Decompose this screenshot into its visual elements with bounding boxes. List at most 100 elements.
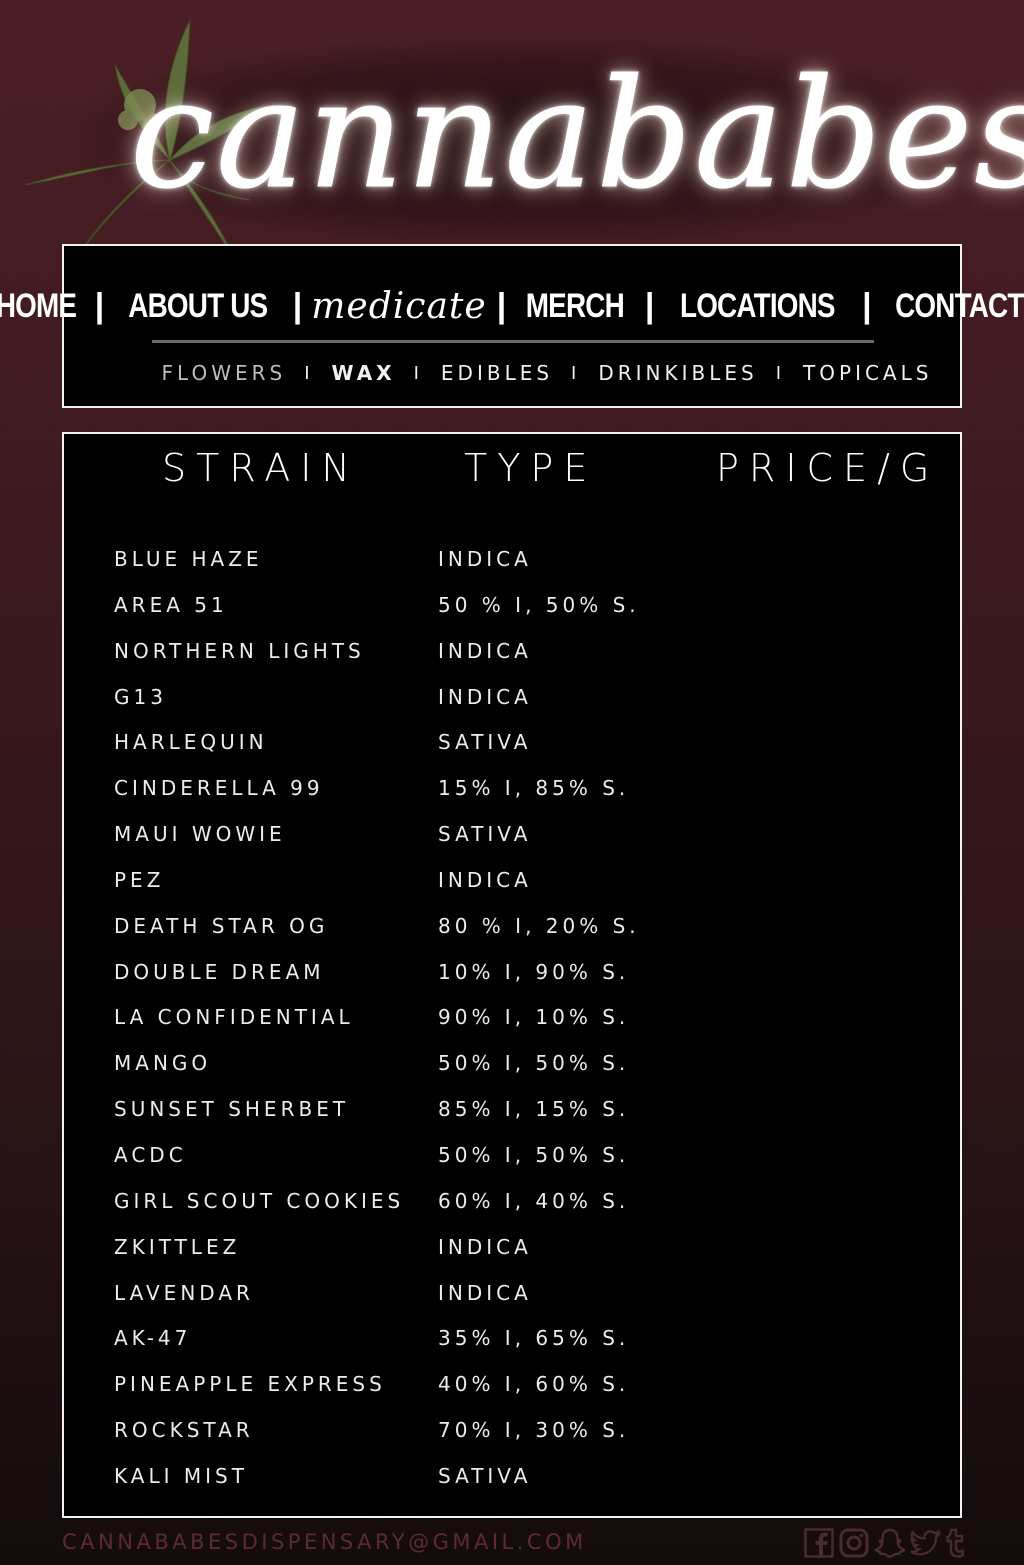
strain-type: 80 % I, 20% S. — [438, 913, 640, 938]
column-header-type: TYPE — [464, 446, 598, 490]
subnav-item-wax[interactable]: WAX — [332, 361, 396, 385]
strain-name: SUNSET SHERBET — [114, 1097, 350, 1122]
strain-name: LA CONFIDENTIAL — [114, 1005, 354, 1030]
subnav-separator: I — [571, 362, 581, 384]
strain-name: NORTHERN LIGHTS — [114, 638, 365, 663]
strain-name: BLUE HAZE — [114, 547, 263, 571]
table-row: G13 INDICA — [64, 674, 960, 720]
strain-type: INDICA — [438, 684, 532, 709]
subnav-separator: I — [775, 362, 786, 384]
strain-name: CINDERELLA 99 — [114, 776, 324, 801]
strain-name: DEATH STAR OG — [114, 913, 329, 938]
table-row: MAUI WOWIE SATIVA — [64, 811, 960, 857]
table-row: KALI MIST SATIVA — [64, 1453, 960, 1499]
strain-type: 85% I, 15% S. — [438, 1097, 630, 1122]
strain-name: HARLEQUIN — [114, 730, 268, 755]
strain-type: INDICA — [438, 638, 532, 663]
strain-name: ACDC — [114, 1142, 187, 1167]
strain-name: AK-47 — [114, 1326, 192, 1351]
strain-type: 50% I, 50% S. — [438, 1051, 630, 1076]
column-header-strain: STRAIN — [162, 446, 360, 490]
column-header-price: PRICE/G — [716, 446, 940, 490]
instagram-icon[interactable] — [839, 1528, 869, 1558]
strain-name: GIRL SCOUT COOKIES — [114, 1188, 405, 1213]
strain-type: 90% I, 10% S. — [438, 1005, 630, 1030]
snapchat-icon[interactable] — [874, 1528, 906, 1558]
nav-item-about-us[interactable]: ABOUT US — [128, 287, 268, 326]
table-row: NORTHERN LIGHTS INDICA — [64, 628, 960, 674]
strain-type: 70% I, 30% S. — [438, 1418, 630, 1443]
subnav-item-topicals[interactable]: TOPICALS — [803, 361, 932, 385]
subnav-separator: I — [413, 362, 423, 384]
strain-type: INDICA — [438, 1234, 532, 1259]
strain-name: DOUBLE DREAM — [114, 959, 325, 984]
table-row: CINDERELLA 99 15% I, 85% S. — [64, 765, 960, 811]
nav-item-home[interactable]: HOME — [0, 287, 77, 326]
nav-separator: | — [496, 286, 506, 325]
table-row: LAVENDAR INDICA — [64, 1270, 960, 1316]
strain-name: G13 — [114, 684, 167, 709]
strain-type: INDICA — [438, 867, 532, 892]
strain-type: INDICA — [438, 547, 532, 571]
primary-nav: HOME | ABOUT US | medicate | MERCH | LOC… — [0, 276, 1024, 336]
strain-name: LAVENDAR — [114, 1280, 254, 1305]
strain-type: SATIVA — [438, 1463, 532, 1488]
strain-name: MAUI WOWIE — [114, 822, 286, 847]
strain-name: AREA 51 — [114, 592, 228, 617]
table-row: GIRL SCOUT COOKIES 60% I, 40% S. — [64, 1178, 960, 1224]
nav-separator: | — [644, 286, 654, 325]
table-row: DOUBLE DREAM 10% I, 90% S. — [64, 949, 960, 995]
table-row: BLUE HAZE INDICA — [64, 536, 960, 582]
strain-menu-table: STRAIN TYPE PRICE/G BLUE HAZE INDICA AREA … — [62, 432, 962, 1518]
subnav-item-flowers[interactable]: FLOWERS — [162, 361, 287, 385]
strain-name: PINEAPPLE EXPRESS — [114, 1372, 386, 1397]
table-row: AREA 51 50 % I, 50% S. — [64, 582, 960, 628]
strain-type: SATIVA — [438, 822, 532, 847]
strain-name: KALI MIST — [114, 1463, 248, 1488]
contact-email-link[interactable]: CANNABABESDISPENSARY@GMAIL.COM — [62, 1530, 587, 1554]
strain-type: 35% I, 65% S. — [438, 1326, 630, 1351]
table-row: DEATH STAR OG 80 % I, 20% S. — [64, 903, 960, 949]
secondary-nav: FLOWERS I WAX I EDIBLES I DRINKIBLES I T… — [64, 358, 960, 388]
strain-type: INDICA — [438, 1280, 532, 1305]
strain-name: MANGO — [114, 1051, 212, 1076]
nav-separator: | — [94, 286, 104, 325]
subnav-separator: I — [304, 362, 314, 384]
table-body: BLUE HAZE INDICA AREA 51 50 % I, 50% S. NORT… — [64, 536, 960, 1499]
subnav-item-edibles[interactable]: EDIBLES — [441, 361, 553, 385]
strain-name: PEZ — [114, 867, 165, 892]
strain-type: SATIVA — [438, 730, 532, 755]
table-row: SUNSET SHERBET 85% I, 15% S. — [64, 1086, 960, 1132]
tumblr-icon[interactable] — [944, 1528, 966, 1558]
table-row: MANGO 50% I, 50% S. — [64, 1040, 960, 1086]
twitter-icon[interactable] — [909, 1528, 941, 1558]
strain-type: 50 % I, 50% S. — [438, 592, 640, 617]
facebook-icon[interactable] — [804, 1528, 834, 1558]
nav-item-merch[interactable]: MERCH — [526, 287, 625, 326]
table-row: ZKITTLEZ INDICA — [64, 1224, 960, 1270]
strain-name: ZKITTLEZ — [114, 1234, 241, 1259]
nav-item-contact[interactable]: CONTACT — [895, 287, 1024, 326]
nav-item-locations[interactable]: LOCATIONS — [680, 287, 836, 326]
table-row: ROCKSTAR 70% I, 30% S. — [64, 1407, 960, 1453]
nav-item-medicate[interactable]: medicate — [311, 286, 486, 327]
nav-separator: | — [862, 286, 871, 325]
strain-name: ROCKSTAR — [114, 1418, 254, 1443]
nav-divider — [152, 340, 874, 343]
table-row: PEZ INDICA — [64, 857, 960, 903]
nav-separator: | — [292, 286, 302, 325]
table-row: ACDC 50% I, 50% S. — [64, 1132, 960, 1178]
main-navigation: HOME | ABOUT US | medicate | MERCH | LOC… — [0, 244, 1024, 408]
strain-type: 15% I, 85% S. — [438, 776, 630, 801]
table-row: HARLEQUIN SATIVA — [64, 719, 960, 765]
strain-type: 10% I, 90% S. — [438, 959, 630, 984]
table-row: PINEAPPLE EXPRESS 40% I, 60% S. — [64, 1361, 960, 1407]
site-header: cannababes — [0, 0, 1024, 276]
subnav-item-drinkibles[interactable]: DRINKIBLES — [598, 361, 757, 385]
strain-type: 60% I, 40% S. — [438, 1188, 630, 1213]
table-row: LA CONFIDENTIAL 90% I, 10% S. — [64, 994, 960, 1040]
site-logo[interactable]: cannababes — [129, 55, 1024, 216]
strain-type: 50% I, 50% S. — [438, 1142, 630, 1167]
table-row: AK-47 35% I, 65% S. — [64, 1315, 960, 1361]
strain-type: 40% I, 60% S. — [438, 1372, 630, 1397]
